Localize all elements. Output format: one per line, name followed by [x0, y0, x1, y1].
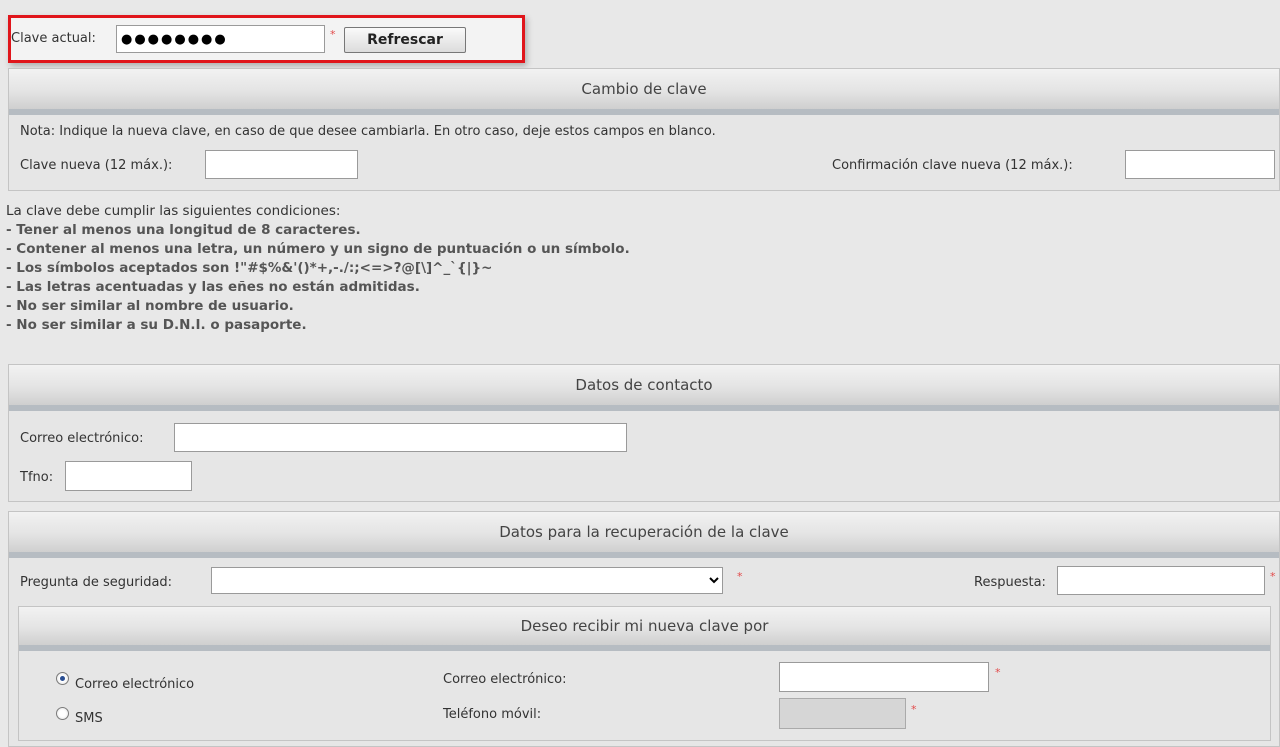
contact-email-input[interactable] — [174, 423, 627, 452]
rule-item: - Los símbolos aceptados son !"#$%&'()*+… — [6, 260, 493, 276]
radio-email[interactable] — [56, 672, 69, 685]
contact-phone-label: Tfno: — [20, 470, 54, 485]
change-password-note: Nota: Indique la nueva clave, en caso de… — [20, 124, 716, 139]
password-rules: La clave debe cumplir las siguientes con… — [6, 202, 630, 335]
rules-intro: La clave debe cumplir las siguientes con… — [6, 203, 341, 219]
required-mark: * — [995, 666, 1001, 679]
security-question-select[interactable] — [211, 567, 723, 594]
rule-item: - Contener al menos una letra, un número… — [6, 241, 630, 257]
contact-phone-input[interactable] — [65, 461, 192, 491]
radio-email-label[interactable]: Correo electrónico — [75, 677, 194, 692]
rule-item: - Tener al menos una longitud de 8 carac… — [6, 222, 361, 238]
current-password-input[interactable] — [116, 25, 325, 53]
mobile-phone-input — [779, 698, 906, 729]
change-password-header: Cambio de clave — [9, 69, 1279, 115]
rule-item: - Las letras acentuadas y las eñes no es… — [6, 279, 420, 295]
required-mark: * — [330, 28, 336, 41]
rule-item: - No ser similar a su D.N.I. o pasaporte… — [6, 317, 307, 333]
new-password-input[interactable] — [205, 150, 358, 179]
radio-sms[interactable] — [56, 707, 69, 720]
delivery-header: Deseo recibir mi nueva clave por — [19, 607, 1270, 651]
contact-email-label: Correo electrónico: — [20, 431, 144, 446]
radio-sms-label[interactable]: SMS — [75, 711, 103, 726]
answer-input[interactable] — [1057, 566, 1265, 595]
contact-header: Datos de contacto — [9, 365, 1279, 411]
answer-label: Respuesta: — [974, 575, 1046, 590]
delivery-email-input[interactable] — [779, 662, 989, 692]
security-question-label: Pregunta de seguridad: — [20, 575, 173, 590]
current-password-label: Clave actual: — [11, 31, 96, 46]
rule-item: - No ser similar al nombre de usuario. — [6, 298, 294, 314]
required-mark: * — [1270, 570, 1276, 583]
delivery-email-label: Correo electrónico: — [443, 672, 567, 687]
new-password-label: Clave nueva (12 máx.): — [20, 158, 173, 173]
delivery-panel: Deseo recibir mi nueva clave por — [18, 606, 1271, 741]
required-mark: * — [911, 703, 917, 716]
confirm-password-label: Confirmación clave nueva (12 máx.): — [832, 158, 1073, 173]
mobile-phone-label: Teléfono móvil: — [443, 707, 542, 722]
recovery-header: Datos para la recuperación de la clave — [9, 512, 1279, 558]
refresh-button[interactable]: Refrescar — [344, 27, 466, 53]
confirm-password-input[interactable] — [1125, 150, 1275, 179]
required-mark: * — [737, 570, 743, 583]
